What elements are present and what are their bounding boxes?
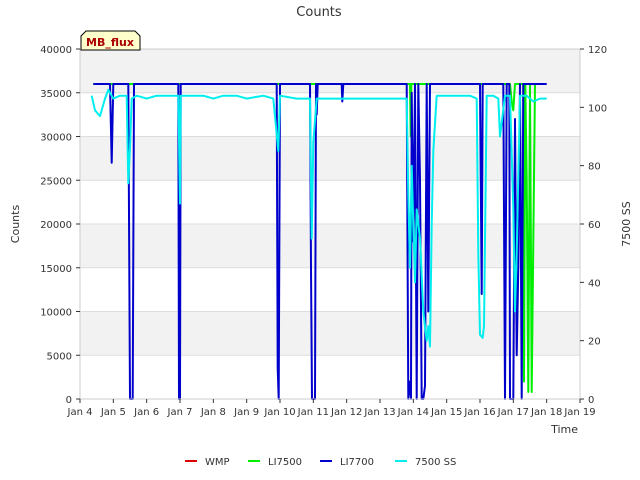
x-tick-label: Jan 11 xyxy=(297,407,329,418)
x-tick-label: Jan 18 xyxy=(530,407,562,418)
y2-axis-title: 7500 SS xyxy=(620,201,633,246)
x-tick-label: Jan 9 xyxy=(233,407,259,418)
x-axis-title: Time xyxy=(550,423,578,436)
x-tick-label: Jan 8 xyxy=(200,407,226,418)
y2-tick-label: 100 xyxy=(588,103,607,114)
background-band xyxy=(80,136,580,181)
y-tick-label: 5000 xyxy=(47,351,72,362)
x-tick-label: Jan 19 xyxy=(563,407,595,418)
legend: WMP LI7500 LI7700 7500 SS xyxy=(185,457,456,468)
y2-tick-label: 120 xyxy=(588,45,607,56)
y-tick-label: 15000 xyxy=(40,264,72,275)
y2-axis: 0 20 40 60 80 100 120 xyxy=(580,45,607,406)
x-tick-label: Jan 13 xyxy=(363,407,395,418)
site-label-box: MB_flux xyxy=(80,30,141,51)
y-tick-label: 40000 xyxy=(40,45,72,56)
y2-tick-label: 20 xyxy=(588,337,601,348)
x-tick-label: Jan 5 xyxy=(100,407,126,418)
x-tick-label: Jan 10 xyxy=(263,407,295,418)
background-band xyxy=(80,49,580,93)
y-axis-title: Counts xyxy=(9,205,22,244)
x-tick-label: Jan 14 xyxy=(397,407,429,418)
x-tick-label: Jan 4 xyxy=(67,407,93,418)
x-tick-label: Jan 12 xyxy=(330,407,362,418)
x-tick-label: Jan 6 xyxy=(133,407,159,418)
legend-label: 7500 SS xyxy=(415,457,456,468)
y-tick-label: 30000 xyxy=(40,133,72,144)
x-tick-label: Jan 7 xyxy=(167,407,193,418)
legend-label: LI7700 xyxy=(340,457,374,468)
y-tick-label: 0 xyxy=(66,395,72,406)
x-tick-label: Jan 16 xyxy=(463,407,495,418)
legend-label: WMP xyxy=(205,457,230,468)
y-tick-label: 35000 xyxy=(40,89,72,100)
y-tick-label: 25000 xyxy=(40,176,72,187)
legend-label: LI7500 xyxy=(268,457,302,468)
y2-tick-label: 40 xyxy=(588,278,601,289)
y-tick-label: 10000 xyxy=(40,308,72,319)
x-axis: Jan 4 Jan 5 Jan 6 Jan 7 Jan 8 Jan 9 Jan 10 Jan … xyxy=(67,399,596,418)
y2-tick-label: 80 xyxy=(588,162,601,173)
counts-chart: Jan 4 Jan 5 Jan 6 Jan 7 Jan 8 Jan 9 Jan 10 Jan … xyxy=(9,5,633,468)
y2-tick-label: 0 xyxy=(588,395,594,406)
chart-title: Counts xyxy=(296,5,342,20)
y2-tick-label: 60 xyxy=(588,220,601,231)
y-tick-label: 20000 xyxy=(40,220,72,231)
y-axis: 0 5000 10000 15000 20000 25000 30000 35000 40000 xyxy=(40,45,80,406)
site-label-text: MB_flux xyxy=(86,36,134,49)
x-tick-label: Jan 17 xyxy=(497,407,529,418)
x-tick-label: Jan 15 xyxy=(430,407,462,418)
